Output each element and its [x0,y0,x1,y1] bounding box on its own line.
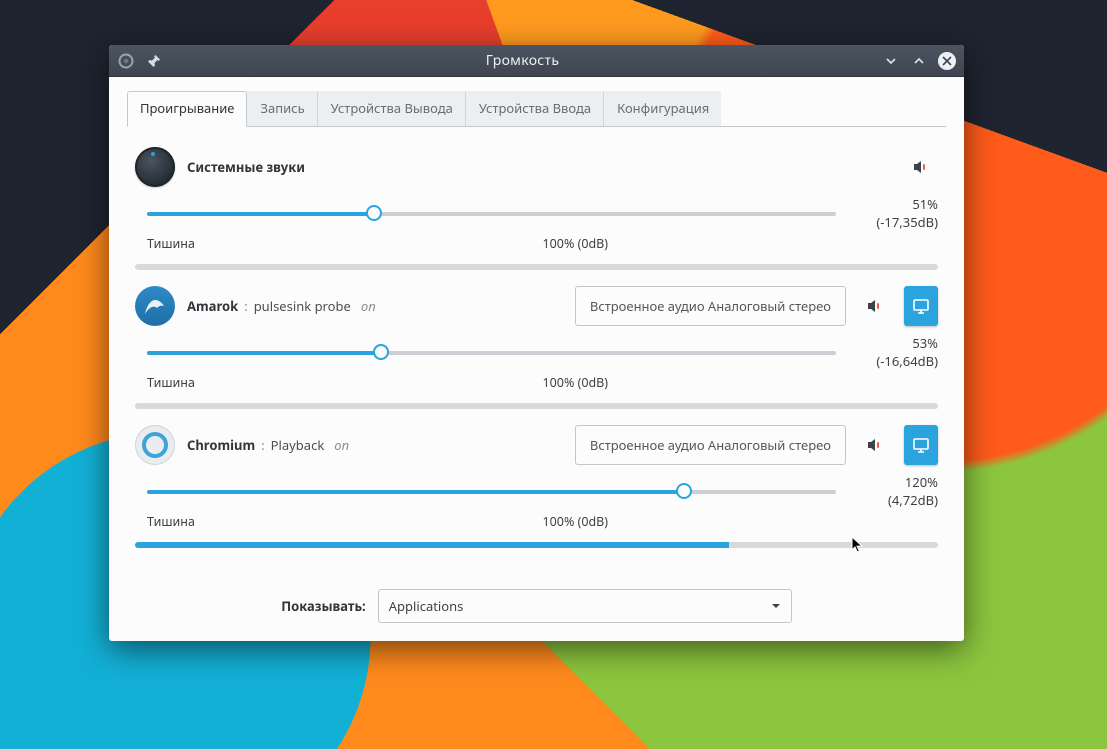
stream-chromium: Chromium:PlaybackonВстроенное аудио Анал… [127,415,946,548]
minimize-button[interactable] [880,50,902,72]
stream-divider [135,403,938,409]
stream-title: Системные звуки [187,158,305,176]
app-name: Amarok [187,297,238,315]
monitor-icon [912,436,930,454]
window-title: Громкость [165,51,880,70]
monitor-toggle[interactable] [904,286,938,326]
device-select-value: Встроенное аудио Аналоговый стерео [590,436,831,454]
tab-Устройства Вывода[interactable]: Устройства Вывода [318,91,466,126]
maximize-button[interactable] [908,50,930,72]
scale-silence: Тишина [147,513,195,530]
speaker-mute-icon [911,157,931,177]
device-select[interactable]: Встроенное аудио Аналоговый стерео [575,425,846,465]
volume-slider[interactable] [147,204,836,222]
app-icon-amarok [135,286,175,326]
show-combobox[interactable]: Applications [378,589,792,623]
tab-Проигрывание[interactable]: Проигрывание [127,91,247,127]
stream-divider [135,264,938,270]
stream-state: on [361,297,376,315]
scale-nominal: 100% (0dB) [543,513,609,530]
app-icon-system-sounds [135,147,175,187]
speaker-mute-icon [865,296,885,316]
streams-list: Системные звуки 51% (-17,35dB) Тишина 100% … [127,137,946,548]
mute-button[interactable] [904,147,938,187]
chevron-down-icon [771,601,781,611]
stream-system-sounds: Системные звуки 51% (-17,35dB) Тишина 100% … [127,137,946,270]
tab-bar: ПроигрываниеЗаписьУстройства ВыводаУстро… [127,91,946,127]
scale-nominal: 100% (0dB) [543,374,609,391]
stream-state: on [334,436,349,454]
monitor-icon [912,297,930,315]
scale-nominal: 100% (0dB) [543,235,609,252]
mute-button[interactable] [858,286,892,326]
app-icon-chromium [135,425,175,465]
speaker-mute-icon [865,435,885,455]
pin-icon[interactable] [143,50,165,72]
stream-desc: Playback [271,436,325,454]
tab-Устройства Ввода[interactable]: Устройства Ввода [466,91,604,126]
tab-Запись[interactable]: Запись [247,91,317,126]
device-select-value: Встроенное аудио Аналоговый стерео [590,297,831,315]
tab-Конфигурация[interactable]: Конфигурация [604,91,721,126]
content-area: ПроигрываниеЗаписьУстройства ВыводаУстро… [109,77,964,641]
app-name: Chromium [187,436,255,454]
level-meter [135,542,938,548]
titlebar[interactable]: Громкость [109,45,964,77]
volume-slider[interactable] [147,482,836,500]
show-combobox-value: Applications [389,597,464,615]
app-menu-icon[interactable] [115,50,137,72]
volume-control-window: Громкость ПроигрываниеЗаписьУстройства В… [109,45,964,641]
stream-title: Chromium:Playbackon [187,436,349,454]
app-name: Системные звуки [187,158,305,176]
volume-value: 120% (4,72dB) [854,473,938,509]
stream-title: Amarok:pulsesink probeon [187,297,376,315]
monitor-toggle[interactable] [904,425,938,465]
show-label: Показывать: [281,597,365,615]
scale-silence: Тишина [147,235,195,252]
device-select[interactable]: Встроенное аудио Аналоговый стерео [575,286,846,326]
mute-button[interactable] [858,425,892,465]
scale-silence: Тишина [147,374,195,391]
stream-amarok: Amarok:pulsesink probeonВстроенное аудио… [127,276,946,409]
volume-slider[interactable] [147,343,836,361]
volume-value: 51% (-17,35dB) [854,195,938,231]
volume-value: 53% (-16,64dB) [854,334,938,370]
stream-desc: pulsesink probe [254,297,351,315]
footer-bar: Показывать: Applications [127,565,946,623]
close-button[interactable] [936,50,958,72]
